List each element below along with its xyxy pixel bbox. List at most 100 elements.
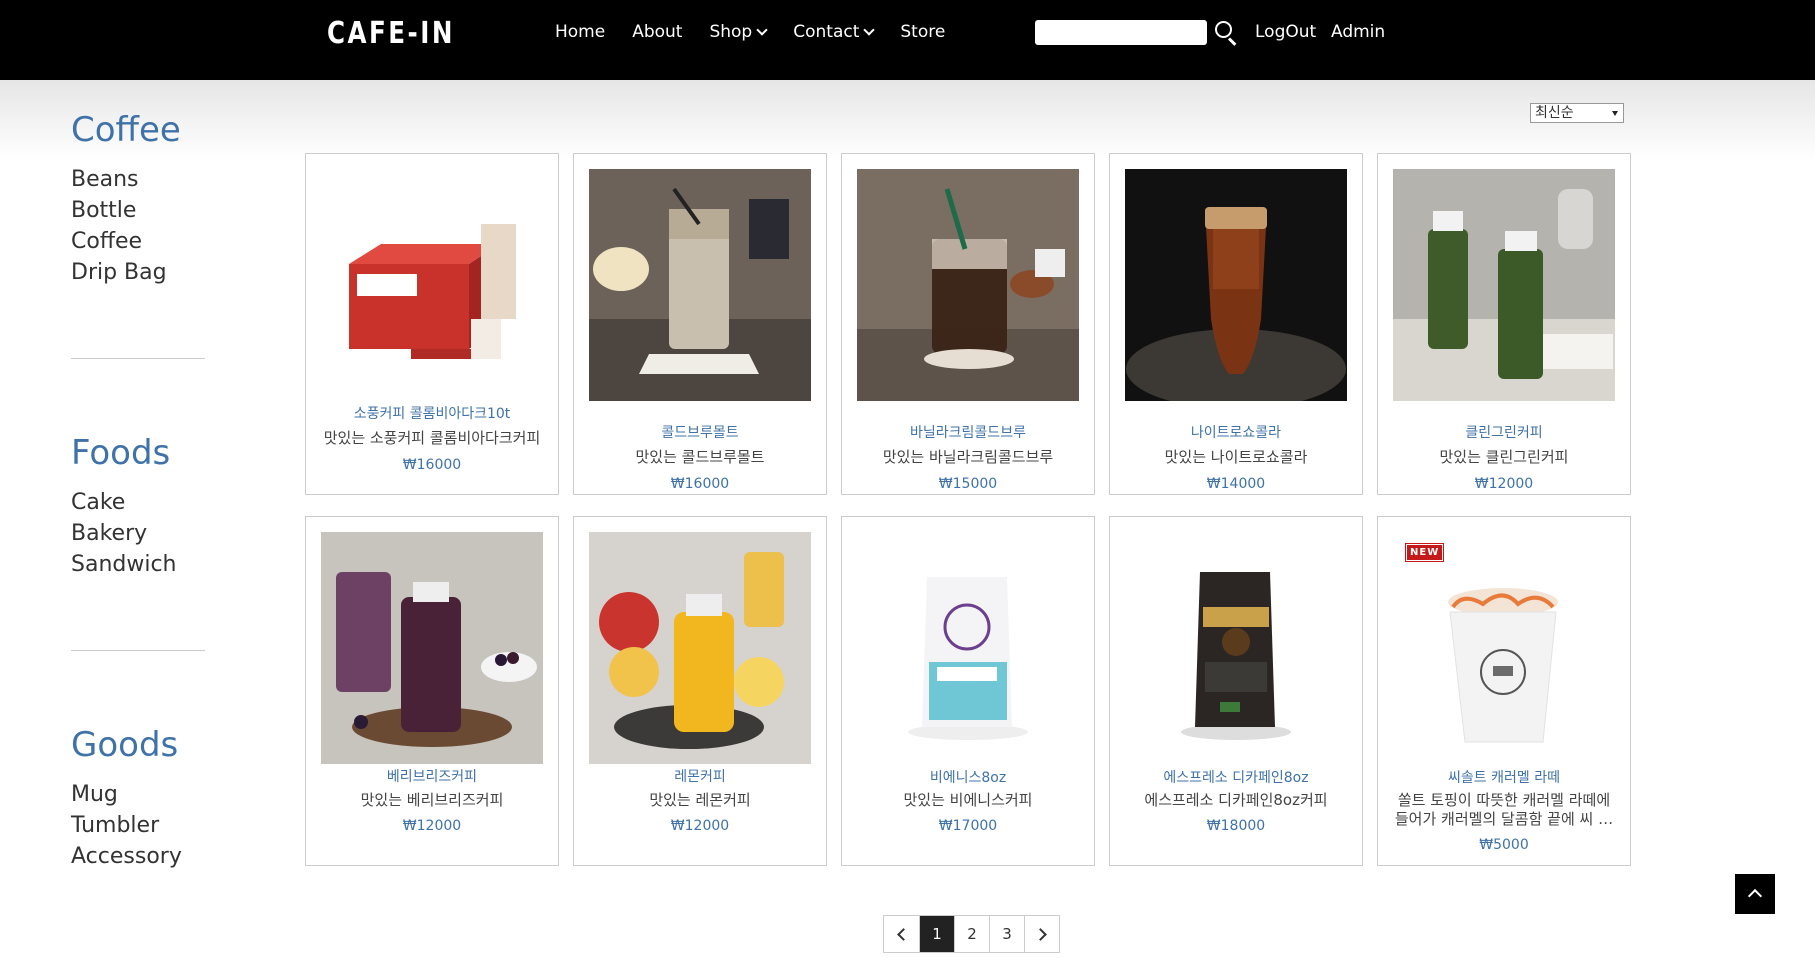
product-image <box>321 532 543 764</box>
product-image <box>857 532 1079 764</box>
product-card[interactable]: 클린그린커피 맛있는 클린그린커피 ₩12000 <box>1377 153 1631 495</box>
product-image <box>1125 532 1347 764</box>
nav-shop[interactable]: Shop <box>709 22 768 42</box>
site-logo[interactable]: CAFE-IN <box>327 16 455 51</box>
sidebar-item-bottle-coffee[interactable]: Bottle Coffee <box>71 195 211 257</box>
chevron-left-icon <box>897 927 910 941</box>
sort-selected-value: 최신순 <box>1535 105 1574 121</box>
product-name: 씨솔트 캐러멜 라떼 <box>1448 770 1560 786</box>
sidebar-item-tumbler[interactable]: Tumbler <box>71 810 211 841</box>
pagination: 1 2 3 <box>883 915 1060 953</box>
product-price: ₩12000 <box>1474 476 1534 492</box>
product-name: 레몬커피 <box>674 769 726 785</box>
scroll-top-button[interactable] <box>1735 874 1775 914</box>
product-price: ₩18000 <box>1206 818 1266 834</box>
category-goods: Goods Mug Tumbler Accessory <box>71 725 211 872</box>
sidebar-item-accessory[interactable]: Accessory <box>71 841 211 872</box>
page-1-button[interactable]: 1 <box>919 916 954 952</box>
category-title[interactable]: Coffee <box>71 110 211 150</box>
chevron-down-icon <box>863 23 876 36</box>
product-price: ₩12000 <box>402 818 462 834</box>
product-card[interactable]: 나이트로쇼콜라 맛있는 나이트로쇼콜라 ₩14000 <box>1109 153 1363 495</box>
product-card[interactable]: 레몬커피 맛있는 레몬커피 ₩12000 <box>573 516 827 866</box>
product-image <box>1393 169 1615 401</box>
page-2-button[interactable]: 2 <box>954 916 989 952</box>
chevron-right-icon <box>1033 927 1047 941</box>
product-desc: 쏠트 토핑이 따뜻한 캐러멜 라떼에 들어가 캐러멜의 달콤함 끝에 씨 … <box>1394 791 1614 828</box>
product-image <box>857 169 1079 401</box>
product-card[interactable]: 베리브리즈커피 맛있는 베리브리즈커피 ₩12000 <box>305 516 559 866</box>
product-desc: 에스프레소 디카페인8oz커피 <box>1144 791 1328 809</box>
main-nav: Home About Shop Contact Store <box>555 22 972 42</box>
product-price: ₩16000 <box>402 457 462 473</box>
sort-select[interactable]: 최신순 <box>1530 103 1624 123</box>
prev-page-button[interactable] <box>884 916 919 952</box>
product-card[interactable]: 바닐라크림콜드브루 맛있는 바닐라크림콜드브루 ₩15000 <box>841 153 1095 495</box>
product-price: ₩17000 <box>938 818 998 834</box>
product-image <box>589 169 811 401</box>
nav-about-label: About <box>632 22 683 42</box>
nav-store-label: Store <box>900 22 946 42</box>
product-desc: 맛있는 레몬커피 <box>649 791 751 809</box>
nav-home[interactable]: Home <box>555 22 605 42</box>
page-3-button[interactable]: 3 <box>989 916 1024 952</box>
logout-link[interactable]: LogOut <box>1255 22 1316 42</box>
sidebar-item-bakery[interactable]: Bakery <box>71 518 211 549</box>
product-desc: 맛있는 콜드브루몰트 <box>635 448 765 466</box>
sidebar-item-sandwich[interactable]: Sandwich <box>71 549 211 580</box>
category-foods: Foods Cake Bakery Sandwich <box>71 433 211 580</box>
sidebar-item-mug[interactable]: Mug <box>71 779 211 810</box>
search-input[interactable] <box>1035 20 1207 45</box>
product-name: 클린그린커피 <box>1465 425 1543 441</box>
nav-shop-label: Shop <box>709 22 753 42</box>
top-navbar: CAFE-IN Home About Shop Contact Store Lo… <box>0 0 1815 80</box>
dropdown-arrow-icon <box>1612 111 1618 116</box>
product-price: ₩12000 <box>670 818 730 834</box>
product-desc: 맛있는 베리브리즈커피 <box>360 791 504 809</box>
category-title[interactable]: Goods <box>71 725 211 765</box>
nav-store[interactable]: Store <box>900 22 945 42</box>
product-card[interactable]: NEW 씨솔트 캐러멜 라떼 쏠트 토핑이 따뜻한 캐러멜 라떼에 들어가 캐러… <box>1377 516 1631 866</box>
product-card[interactable]: 에스프레소 디카페인8oz 에스프레소 디카페인8oz커피 ₩18000 <box>1109 516 1363 866</box>
product-grid: 소풍커피 콜롬비아다크10t 맛있는 소풍커피 콜롬비아다크커피 ₩16000 … <box>305 153 1631 866</box>
sidebar-item-cake[interactable]: Cake <box>71 487 211 518</box>
nav-contact-label: Contact <box>793 22 860 42</box>
admin-link[interactable]: Admin <box>1331 22 1385 42</box>
next-page-button[interactable] <box>1024 916 1059 952</box>
product-desc: 맛있는 비에니스커피 <box>903 791 1033 809</box>
category-sidebar: Coffee Beans Bottle Coffee Drip Bag Food… <box>71 110 211 872</box>
nav-about[interactable]: About <box>632 22 682 42</box>
product-name: 비에니스8oz <box>929 770 1007 786</box>
product-price: ₩16000 <box>670 476 730 492</box>
chevron-up-icon <box>1747 888 1763 904</box>
product-price: ₩15000 <box>938 476 998 492</box>
product-image <box>1393 532 1615 764</box>
product-name: 베리브리즈커피 <box>386 769 478 785</box>
sidebar-item-drip-bag[interactable]: Drip Bag <box>71 257 211 288</box>
product-name: 에스프레소 디카페인8oz <box>1163 770 1309 786</box>
product-card[interactable]: 콜드브루몰트 맛있는 콜드브루몰트 ₩16000 <box>573 153 827 495</box>
divider <box>71 650 205 651</box>
search-icon[interactable] <box>1215 21 1239 46</box>
category-title[interactable]: Foods <box>71 433 211 473</box>
product-image <box>321 169 543 389</box>
divider <box>71 358 205 359</box>
chevron-down-icon <box>756 23 768 36</box>
nav-contact[interactable]: Contact <box>793 22 876 42</box>
product-desc: 맛있는 바닐라크림콜드브루 <box>882 448 1054 466</box>
category-coffee: Coffee Beans Bottle Coffee Drip Bag <box>71 110 211 288</box>
product-desc: 맛있는 클린그린커피 <box>1439 448 1569 466</box>
nav-home-label: Home <box>555 22 606 42</box>
product-desc: 맛있는 소풍커피 콜롬비아다크커피 <box>323 429 541 447</box>
new-badge: NEW <box>1404 543 1445 562</box>
product-name: 콜드브루몰트 <box>661 425 739 441</box>
product-price: ₩5000 <box>1479 837 1529 853</box>
product-name: 소풍커피 콜롬비아다크10t <box>353 406 511 422</box>
product-name: 바닐라크림콜드브루 <box>910 425 1026 441</box>
product-desc: 맛있는 나이트로쇼콜라 <box>1164 448 1308 466</box>
product-card[interactable]: 소풍커피 콜롬비아다크10t 맛있는 소풍커피 콜롬비아다크커피 ₩16000 <box>305 153 559 495</box>
product-card[interactable]: 비에니스8oz 맛있는 비에니스커피 ₩17000 <box>841 516 1095 866</box>
product-image <box>1125 169 1347 401</box>
sidebar-item-beans[interactable]: Beans <box>71 164 211 195</box>
product-price: ₩14000 <box>1206 476 1266 492</box>
